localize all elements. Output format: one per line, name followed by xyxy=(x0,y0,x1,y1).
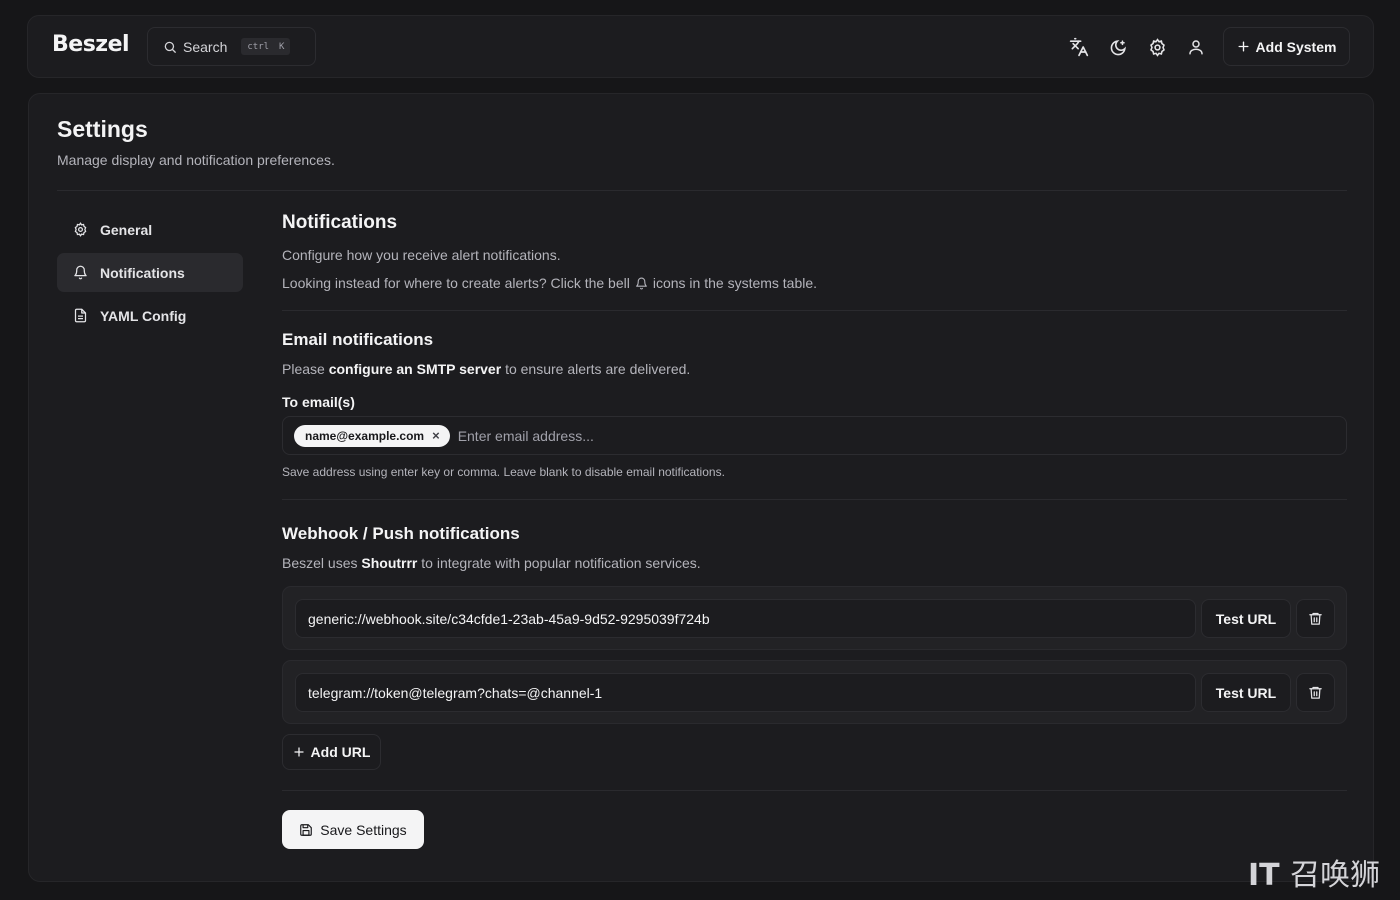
divider xyxy=(282,310,1347,311)
hint-text-post: icons in the systems table. xyxy=(652,275,818,291)
top-bar: Beszel Search ctrl K Add System xyxy=(27,15,1374,78)
delete-url-button[interactable] xyxy=(1296,599,1335,638)
settings-gear-icon xyxy=(1149,37,1165,57)
test-url-button[interactable]: Test URL xyxy=(1201,599,1291,638)
settings-card: Settings Manage display and notification… xyxy=(28,93,1374,882)
webhook-desc-pre: Beszel uses xyxy=(282,555,358,571)
email-help-text: Save address using enter key or comma. L… xyxy=(282,465,725,479)
webhook-description: Beszel uses Shoutrrr to integrate with p… xyxy=(282,555,701,571)
webhook-desc-post: to integrate with popular notification s… xyxy=(421,555,701,571)
settings-button[interactable] xyxy=(1146,36,1168,58)
smtp-config-link[interactable]: configure an SMTP server xyxy=(329,361,501,377)
test-url-button[interactable]: Test URL xyxy=(1201,673,1291,712)
add-system-button[interactable]: Add System xyxy=(1223,27,1350,66)
app-logo[interactable]: Beszel xyxy=(52,32,130,57)
save-settings-label: Save Settings xyxy=(320,821,407,838)
email-tags-field[interactable]: name@example.com × xyxy=(282,416,1347,455)
divider xyxy=(282,499,1347,500)
save-icon xyxy=(300,823,313,836)
search-shortcut: ctrl K xyxy=(241,38,291,55)
sidebar-item-notifications[interactable]: Notifications xyxy=(57,253,243,292)
theme-toggle-icon xyxy=(1110,39,1126,55)
email-description: Please configure an SMTP server to ensur… xyxy=(282,361,690,377)
page-title: Settings xyxy=(57,116,148,142)
notifications-hint: Looking instead for where to create aler… xyxy=(282,275,817,291)
email-chip: name@example.com × xyxy=(294,424,450,447)
email-input[interactable] xyxy=(457,427,1058,444)
add-system-label: Add System xyxy=(1255,38,1337,55)
plus-icon xyxy=(293,747,304,757)
plus-icon xyxy=(1238,41,1249,52)
chip-remove-icon[interactable]: × xyxy=(432,428,440,443)
sidebar-item-label: YAML Config xyxy=(100,307,187,324)
notifications-description: Configure how you receive alert notifica… xyxy=(282,247,561,263)
to-emails-label: To email(s) xyxy=(282,394,355,410)
user-icon xyxy=(1189,40,1203,55)
theme-toggle-button[interactable] xyxy=(1107,36,1129,58)
user-menu-button[interactable] xyxy=(1185,36,1207,58)
webhook-url-input[interactable]: generic://webhook.site/c34cfde1-23ab-45a… xyxy=(295,599,1196,638)
webhook-url-row: telegram://token@telegram?chats=@channel… xyxy=(282,660,1347,724)
save-settings-button[interactable]: Save Settings xyxy=(282,810,424,849)
bell-icon xyxy=(74,265,87,280)
trash-icon xyxy=(1309,612,1322,625)
shoutrrr-link[interactable]: Shoutrrr xyxy=(361,555,417,571)
sidebar-item-label: General xyxy=(100,221,153,238)
translate-icon xyxy=(1069,37,1089,57)
hint-text-pre: Looking instead for where to create aler… xyxy=(282,275,630,291)
sidebar-item-label: Notifications xyxy=(100,264,185,281)
settings-sidebar: General Notifications YAML Config xyxy=(57,210,243,339)
add-url-label: Add URL xyxy=(310,744,371,760)
sidebar-item-yaml-config[interactable]: YAML Config xyxy=(57,296,243,335)
divider xyxy=(282,790,1347,791)
watermark: IT 召唤狮 xyxy=(1248,850,1380,894)
divider xyxy=(57,190,1347,191)
section-title-webhook: Webhook / Push notifications xyxy=(282,524,520,543)
sidebar-item-general[interactable]: General xyxy=(57,210,243,249)
watermark-latin: IT xyxy=(1248,858,1280,893)
language-button[interactable] xyxy=(1068,36,1090,58)
page-subtitle: Manage display and notification preferen… xyxy=(57,152,335,168)
gear-icon xyxy=(74,222,87,237)
file-icon xyxy=(74,308,87,323)
email-desc-pre: Please xyxy=(282,361,325,377)
webhook-url-input[interactable]: telegram://token@telegram?chats=@channel… xyxy=(295,673,1196,712)
webhook-url-row: generic://webhook.site/c34cfde1-23ab-45a… xyxy=(282,586,1347,650)
search-icon xyxy=(164,41,176,53)
header-actions xyxy=(1068,36,1207,58)
delete-url-button[interactable] xyxy=(1296,673,1335,712)
trash-icon xyxy=(1309,686,1322,699)
section-title-notifications: Notifications xyxy=(282,212,398,233)
email-desc-post: to ensure alerts are delivered. xyxy=(505,361,691,377)
kbd-key: K xyxy=(279,41,285,52)
watermark-cjk: 召唤狮 xyxy=(1290,858,1381,893)
search-button[interactable]: Search ctrl K xyxy=(147,27,316,66)
email-chip-label: name@example.com xyxy=(305,428,425,443)
bell-icon xyxy=(635,277,647,289)
add-url-button[interactable]: Add URL xyxy=(282,734,381,770)
search-label: Search xyxy=(183,38,228,55)
section-title-email: Email notifications xyxy=(282,330,434,349)
kbd-ctrl: ctrl xyxy=(247,41,270,52)
